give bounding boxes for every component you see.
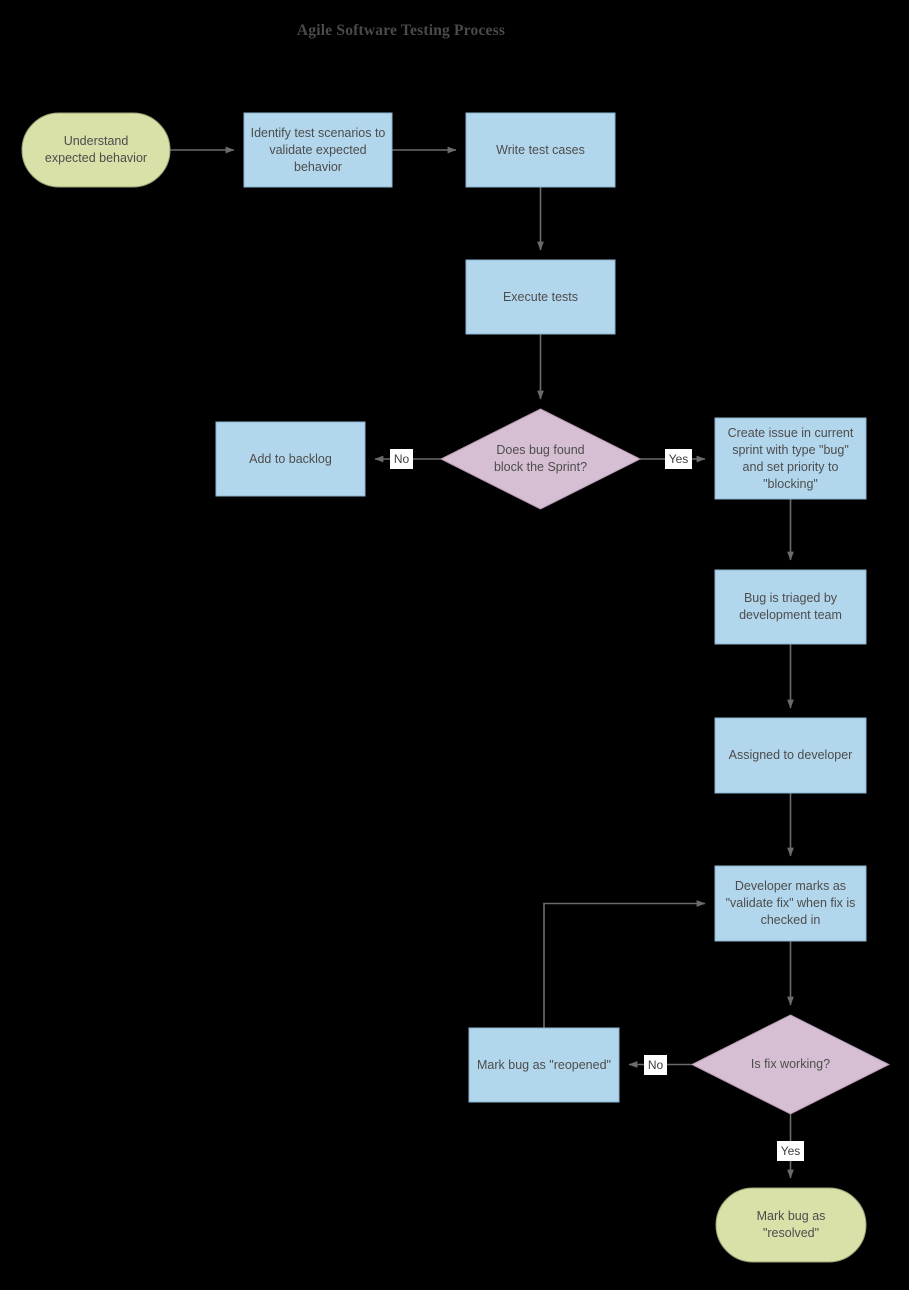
node-developer-marks-validate-fix[interactable]	[714, 865, 867, 942]
node-mark-bug-reopened[interactable]	[468, 1027, 620, 1103]
flowchart-canvas: Agile Software Testing Process Understan…	[0, 0, 909, 1290]
node-is-fix-working[interactable]	[690, 1014, 891, 1115]
edge-reopened-to-validate-fix	[543, 900, 706, 1028]
node-does-bug-block-sprint[interactable]	[439, 408, 642, 510]
node-write-test-cases[interactable]	[465, 112, 616, 188]
edge-label-yes-block-sprint: Yes	[665, 449, 692, 469]
node-understand-expected-behavior[interactable]	[21, 112, 171, 188]
node-identify-test-scenarios[interactable]	[243, 112, 393, 188]
node-execute-tests[interactable]	[465, 259, 616, 335]
edge-label-no-block-sprint: No	[390, 449, 413, 469]
flowchart-graphics	[21, 112, 891, 1263]
node-add-to-backlog[interactable]	[215, 421, 366, 497]
nodes-layer	[21, 112, 891, 1263]
node-create-issue[interactable]	[714, 417, 867, 500]
node-assigned-to-developer[interactable]	[714, 717, 867, 794]
node-mark-bug-resolved[interactable]	[715, 1187, 867, 1263]
node-bug-is-triaged[interactable]	[714, 569, 867, 645]
edge-label-no-fix-working: No	[644, 1055, 667, 1075]
edge-label-yes-fix-working: Yes	[777, 1141, 804, 1161]
